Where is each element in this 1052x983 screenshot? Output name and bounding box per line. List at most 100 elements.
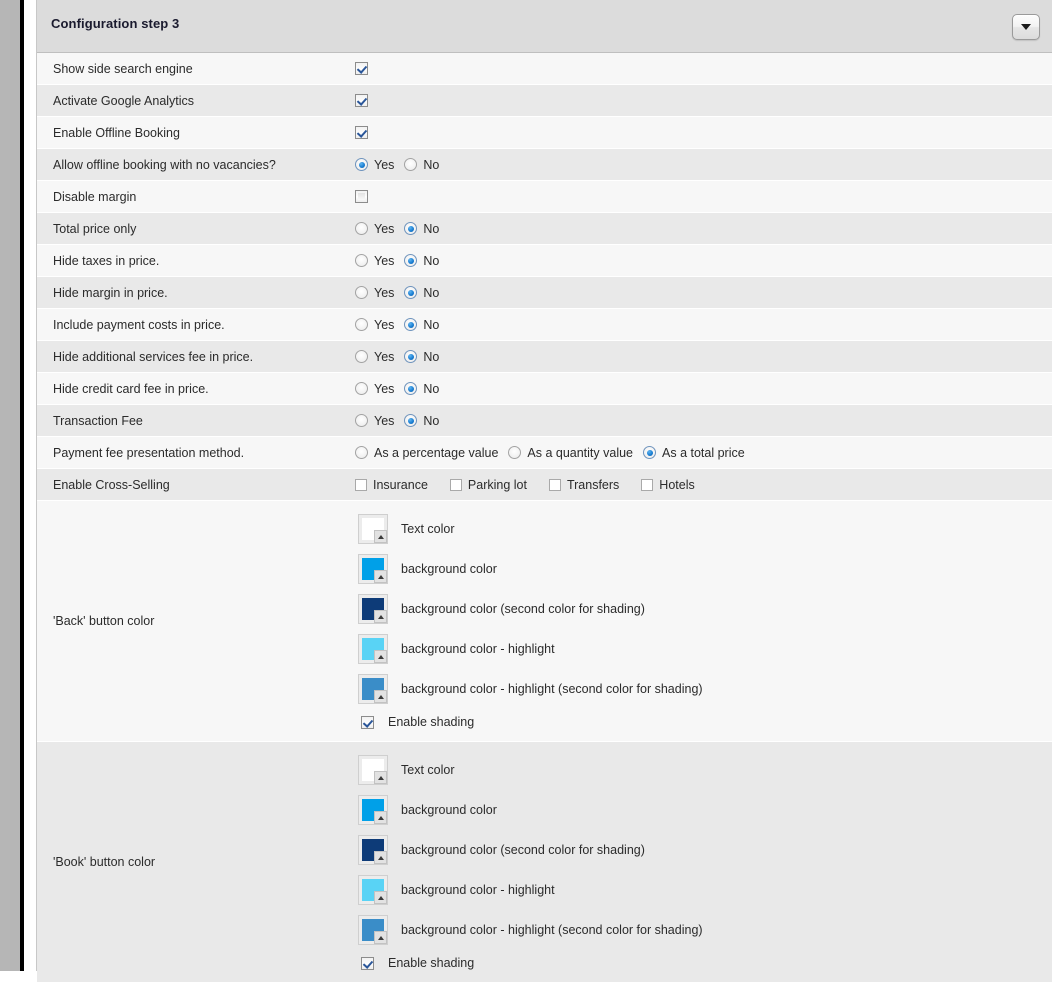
radio-option[interactable]: Yes: [355, 382, 394, 396]
settings-row: Enable Cross-Selling Insurance Parking lot…: [37, 469, 1052, 501]
radio-option[interactable]: Yes: [355, 222, 394, 236]
window-scrollbar[interactable]: [0, 0, 20, 971]
color-swatch-background-color-second-color-for-shading[interactable]: [358, 594, 388, 624]
radio-option-label: No: [423, 253, 440, 268]
radio-option-label: As a total price: [662, 445, 745, 460]
radio-option-label: No: [423, 157, 440, 172]
row-label-include-payment-costs-in-price: Include payment costs in price.: [53, 317, 225, 332]
radio-option-label: Yes: [374, 349, 395, 364]
radio-option[interactable]: No: [404, 158, 439, 172]
radio-hide-credit-card-fee-in-price-yes[interactable]: [355, 382, 368, 395]
settings-row: Show side search engine: [37, 53, 1052, 85]
radio-option-label: No: [423, 317, 440, 332]
radio-option[interactable]: Yes: [355, 158, 394, 172]
checkbox-show-side-search-engine[interactable]: [355, 62, 368, 75]
color-swatch-background-color-second-color-for-shading[interactable]: [358, 835, 388, 865]
color-picker-dropdown-icon[interactable]: [374, 931, 387, 944]
radio-option[interactable]: Yes: [355, 286, 394, 300]
color-picker-dropdown-icon[interactable]: [374, 771, 387, 784]
radio-payment-fee-presentation-method-as-a-total-price[interactable]: [643, 446, 657, 459]
color-picker-dropdown-icon[interactable]: [374, 530, 387, 543]
radio-option[interactable]: Yes: [355, 318, 394, 332]
radio-hide-taxes-in-price-yes[interactable]: [355, 254, 368, 267]
checkbox-enable-shading[interactable]: [361, 715, 374, 729]
color-item: background color (second color for shadi…: [355, 830, 1052, 870]
radio-option[interactable]: As a quantity value: [508, 446, 633, 460]
radio-total-price-only-yes[interactable]: [355, 222, 368, 235]
radio-total-price-only-no[interactable]: [404, 222, 418, 235]
radio-hide-margin-in-price-no[interactable]: [404, 286, 418, 299]
color-swatch-background-color-highlight[interactable]: [358, 875, 388, 905]
radio-transaction-fee-no[interactable]: [404, 414, 418, 427]
panel-collapse-button[interactable]: [1012, 14, 1040, 40]
row-label-activate-google-analytics: Activate Google Analytics: [53, 93, 195, 108]
radio-include-payment-costs-in-price-yes[interactable]: [355, 318, 368, 331]
color-picker-dropdown-icon[interactable]: [374, 851, 387, 864]
radio-option-label: Yes: [374, 221, 395, 236]
radio-payment-fee-presentation-method-as-a-percentage-value[interactable]: [355, 446, 368, 459]
color-swatch-text-color[interactable]: [358, 755, 388, 785]
color-swatch-background-color-highlight[interactable]: [358, 634, 388, 664]
checkbox-activate-google-analytics[interactable]: [355, 94, 368, 107]
radio-option[interactable]: No: [404, 382, 439, 396]
radio-option[interactable]: No: [404, 286, 439, 300]
checkbox-hotels[interactable]: [641, 478, 654, 491]
color-swatch-background-color-highlight-second-color-for-shading[interactable]: [358, 915, 388, 945]
radio-option[interactable]: Yes: [355, 350, 394, 364]
color-item: background color (second color for shadi…: [355, 589, 1052, 629]
radio-hide-credit-card-fee-in-price-no[interactable]: [404, 382, 418, 395]
color-caption: background color: [401, 803, 497, 817]
radio-option-label: Yes: [374, 157, 395, 172]
color-picker-dropdown-icon[interactable]: [374, 811, 387, 824]
checkbox-option[interactable]: Transfers: [548, 478, 619, 492]
color-swatch-background-color-highlight-second-color-for-shading[interactable]: [358, 674, 388, 704]
radio-transaction-fee-yes[interactable]: [355, 414, 368, 427]
radio-hide-margin-in-price-yes[interactable]: [355, 286, 368, 299]
settings-row: Hide margin in price. Yes No: [37, 277, 1052, 309]
radio-option[interactable]: No: [404, 414, 439, 428]
color-section-label-book-button-color: 'Book' button color: [53, 855, 156, 869]
checkbox-insurance[interactable]: [355, 478, 367, 491]
row-label-payment-fee-presentation-method: Payment fee presentation method.: [53, 445, 245, 460]
radio-hide-taxes-in-price-no[interactable]: [404, 254, 418, 267]
row-control: Yes No: [355, 382, 1052, 396]
checkbox-parking-lot[interactable]: [449, 478, 462, 491]
radio-option[interactable]: As a total price: [643, 446, 745, 460]
radio-allow-offline-booking-with-no-vacancies-no[interactable]: [404, 158, 418, 171]
checkbox-option[interactable]: Hotels: [641, 478, 695, 492]
row-label-hide-margin-in-price: Hide margin in price.: [53, 285, 168, 300]
checkbox-option[interactable]: Parking lot: [449, 478, 527, 492]
row-label-allow-offline-booking-with-no-vacancies: Allow offline booking with no vacancies?: [53, 157, 276, 172]
color-picker-dropdown-icon[interactable]: [374, 570, 387, 583]
radio-option[interactable]: Yes: [355, 254, 394, 268]
color-item: background color: [355, 549, 1052, 589]
radio-include-payment-costs-in-price-no[interactable]: [404, 318, 418, 331]
radio-hide-additional-services-fee-in-price-no[interactable]: [404, 350, 418, 363]
radio-option[interactable]: No: [404, 222, 439, 236]
radio-option[interactable]: No: [404, 318, 439, 332]
checkbox-option[interactable]: Insurance: [355, 478, 428, 492]
radio-option[interactable]: No: [404, 350, 439, 364]
color-picker-dropdown-icon[interactable]: [374, 690, 387, 703]
chevron-down-icon: [1021, 24, 1031, 30]
color-picker-dropdown-icon[interactable]: [374, 610, 387, 623]
color-picker-dropdown-icon[interactable]: [374, 650, 387, 663]
color-swatch-background-color[interactable]: [358, 554, 388, 584]
enable-shading-label: Enable shading: [388, 715, 475, 729]
color-swatch-background-color[interactable]: [358, 795, 388, 825]
radio-option[interactable]: No: [404, 254, 439, 268]
radio-hide-additional-services-fee-in-price-yes[interactable]: [355, 350, 368, 363]
row-control: [355, 62, 1052, 75]
radio-option[interactable]: Yes: [355, 414, 394, 428]
settings-row: Hide additional services fee in price. Ye…: [37, 341, 1052, 373]
color-swatch-text-color[interactable]: [358, 514, 388, 544]
color-item: background color - highlight (second col…: [355, 910, 1052, 950]
checkbox-disable-margin[interactable]: [355, 190, 368, 203]
radio-allow-offline-booking-with-no-vacancies-yes[interactable]: [355, 158, 368, 171]
radio-payment-fee-presentation-method-as-a-quantity-value[interactable]: [508, 446, 522, 459]
checkbox-transfers[interactable]: [548, 478, 561, 491]
checkbox-enable-shading[interactable]: [361, 956, 374, 970]
color-picker-dropdown-icon[interactable]: [374, 891, 387, 904]
checkbox-enable-offline-booking[interactable]: [355, 126, 368, 139]
radio-option[interactable]: As a percentage value: [355, 446, 498, 460]
